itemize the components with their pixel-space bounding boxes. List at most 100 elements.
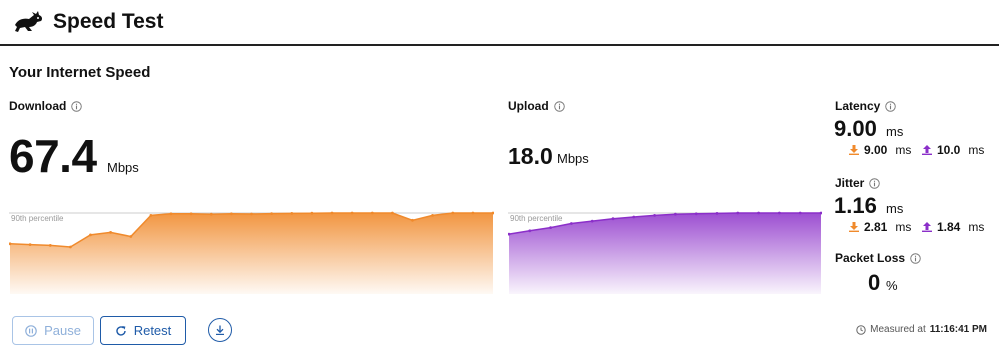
latency-label: Latency: [835, 99, 881, 113]
dl-sample-point: [431, 214, 434, 217]
ul-sample-point: [736, 211, 740, 215]
latency-download-value: 9.00: [864, 143, 888, 157]
dl-sample-point: [109, 231, 112, 234]
download-label-row: Download: [9, 99, 83, 113]
download-label: Download: [9, 99, 67, 113]
dl-sample-point: [370, 211, 374, 215]
upload-unit: Mbps: [557, 151, 589, 166]
upload-value: 18.0: [508, 143, 553, 169]
upload-chart: 90th percentile: [508, 208, 822, 294]
upload-arrow-icon: [922, 145, 932, 155]
measured-prefix: Measured at: [870, 324, 926, 335]
ul-sample-point: [674, 212, 677, 216]
info-icon[interactable]: [885, 100, 897, 112]
dl-sample-point: [350, 211, 354, 215]
download-area: [10, 213, 493, 294]
download-results-button[interactable]: [208, 318, 232, 342]
retest-button[interactable]: Retest: [100, 316, 186, 345]
latency-upload-unit: ms: [968, 143, 985, 157]
latency-download-unit: ms: [895, 143, 912, 157]
ul-sample-point: [798, 211, 802, 215]
dl-sample-point: [129, 235, 133, 238]
latency-download: 9.00 ms: [849, 143, 911, 157]
rabbit-logo-icon: [15, 11, 43, 32]
jitter-value: 1.16: [834, 193, 877, 218]
dl-sample-point: [89, 233, 92, 237]
refresh-icon: [116, 325, 126, 336]
download-arrow-icon: [849, 222, 859, 232]
jitter-label-row: Jitter: [835, 176, 881, 190]
latency-unit: ms: [886, 124, 904, 139]
pause-button[interactable]: Pause: [12, 316, 94, 345]
jitter-upload-unit: ms: [968, 220, 985, 234]
jitter-upload: 1.84 ms: [922, 220, 984, 234]
dl-sample-point: [330, 211, 334, 215]
dl-sample-point: [209, 212, 213, 216]
info-icon[interactable]: [869, 177, 881, 189]
latency-label-row: Latency: [835, 99, 897, 113]
dl-sample-point: [471, 211, 475, 215]
jitter-download: 2.81 ms: [849, 220, 911, 234]
ul-sample-point: [549, 226, 552, 229]
packet-loss-value: 0: [868, 270, 881, 295]
dl-sample-point: [48, 244, 52, 247]
download-value: 67.4: [9, 130, 97, 182]
dl-sample-point: [28, 243, 32, 246]
retest-label: Retest: [133, 323, 172, 338]
packet-loss-unit: %: [886, 278, 898, 293]
jitter-upload-value: 1.84: [937, 220, 961, 234]
dl-sample-point: [250, 212, 253, 216]
dl-sample-point: [451, 211, 455, 215]
ul-sample-point: [611, 217, 615, 221]
ul-sample-point: [694, 212, 698, 216]
dl-sample-point: [290, 212, 294, 215]
latency-upload-value: 10.0: [937, 143, 961, 157]
section-title: Your Internet Speed: [9, 64, 151, 81]
app-header: Speed Test: [0, 0, 999, 46]
ul-sample-point: [590, 219, 594, 223]
upload-arrow-icon: [922, 222, 932, 232]
jitter-download-value: 2.81: [864, 220, 888, 234]
measured-at: Measured at 11:16:41 PM: [856, 324, 987, 335]
ul-sample-point: [715, 212, 719, 215]
pause-label: Pause: [44, 323, 81, 338]
upload-label-row: Upload: [508, 99, 565, 113]
packet-loss-label-row: Packet Loss: [835, 251, 921, 265]
download-icon: [216, 325, 224, 335]
ul-sample-point: [778, 211, 781, 215]
ul-sample-point: [570, 222, 573, 225]
download-unit: Mbps: [107, 160, 139, 175]
pause-icon: [25, 324, 37, 337]
jitter-label: Jitter: [835, 176, 865, 190]
info-icon[interactable]: [910, 252, 921, 264]
measured-time: 11:16:41 PM: [929, 324, 987, 335]
info-icon[interactable]: [71, 100, 83, 112]
dl-sample-point: [411, 218, 414, 222]
latency-upload: 10.0 ms: [922, 143, 984, 157]
dl-sample-point: [310, 211, 314, 215]
app-title: Speed Test: [53, 10, 164, 33]
upload-percentile-label: 90th percentile: [510, 214, 563, 223]
dl-sample-point: [169, 212, 173, 216]
jitter-download-unit: ms: [895, 220, 912, 234]
info-icon[interactable]: [553, 100, 565, 112]
packet-loss-label: Packet Loss: [835, 251, 906, 265]
upload-label: Upload: [508, 99, 549, 113]
dl-sample-point: [230, 212, 233, 216]
dl-sample-point: [270, 212, 273, 215]
download-arrow-icon: [849, 145, 859, 155]
latency-value: 9.00: [834, 116, 877, 141]
dl-sample-point: [149, 214, 153, 217]
clock-icon: [856, 324, 866, 335]
dl-sample-point: [69, 245, 72, 249]
dl-sample-point: [189, 212, 193, 216]
download-chart: 90th percentile: [9, 208, 494, 294]
download-percentile-label: 90th percentile: [11, 214, 64, 223]
ul-sample-point: [653, 214, 656, 217]
ul-sample-point: [528, 229, 532, 233]
ul-sample-point: [757, 211, 760, 215]
ul-sample-point: [632, 215, 636, 219]
upload-area: [509, 213, 821, 294]
jitter-unit: ms: [886, 201, 904, 216]
dl-sample-point: [391, 211, 394, 215]
